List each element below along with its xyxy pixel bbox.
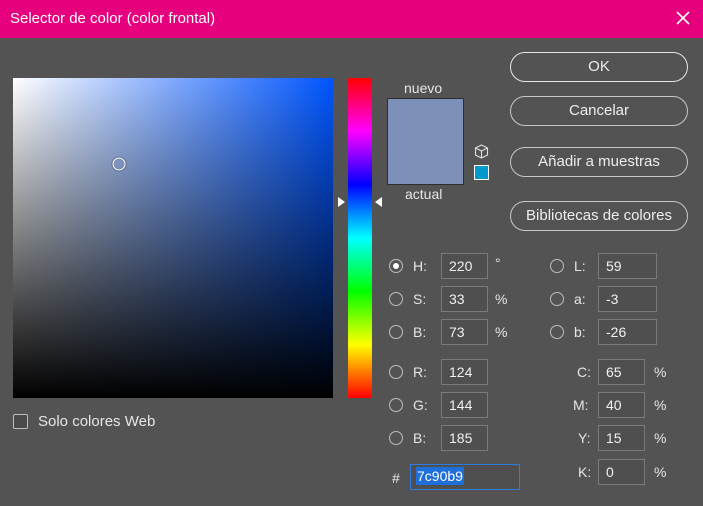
title-bar: Selector de color (color frontal) (0, 0, 703, 38)
web-colors-only-option[interactable]: Solo colores Web (13, 413, 155, 430)
hue-slider-left-handle[interactable] (338, 197, 345, 208)
color-field[interactable] (13, 78, 333, 398)
web-colors-only-label: Solo colores Web (38, 413, 156, 430)
cyan-unit: % (654, 364, 667, 380)
current-color-label: actual (405, 186, 443, 202)
a-channel-label: a: (574, 291, 586, 307)
ok-button[interactable]: OK (510, 52, 688, 82)
brightness-label: B: (413, 324, 427, 340)
new-color-label: nuevo (404, 80, 443, 96)
green-input[interactable]: 144 (441, 392, 488, 418)
add-to-swatches-button[interactable]: Añadir a muestras (510, 147, 688, 177)
red-label: R: (413, 364, 427, 380)
black-label: K: (578, 464, 592, 480)
a-channel-input[interactable]: -3 (598, 286, 657, 312)
close-icon[interactable] (673, 8, 693, 28)
green-label: G: (413, 397, 428, 413)
b-channel-label: b: (574, 324, 586, 340)
hex-value: 7c90b9 (416, 467, 464, 485)
black-input[interactable]: 0 (598, 459, 645, 485)
hex-input[interactable]: 7c90b9 (410, 464, 520, 490)
cyan-label: C: (577, 364, 591, 380)
magenta-label: M: (573, 397, 589, 413)
radio-a-channel[interactable] (550, 292, 564, 306)
saturation-input[interactable]: 33 (441, 286, 488, 312)
window-title: Selector de color (color frontal) (10, 10, 216, 27)
lightness-label: L: (574, 258, 586, 274)
cube-icon[interactable] (474, 144, 489, 159)
red-input[interactable]: 124 (441, 359, 488, 385)
radio-red[interactable] (389, 365, 403, 379)
yellow-unit: % (654, 430, 667, 446)
b-channel-input[interactable]: -26 (598, 319, 657, 345)
yellow-label: Y: (578, 430, 591, 446)
radio-lightness[interactable] (550, 259, 564, 273)
hue-unit: ° (495, 255, 501, 271)
color-libraries-button[interactable]: Bibliotecas de colores (510, 201, 688, 231)
saturation-unit: % (495, 291, 508, 307)
hue-input[interactable]: 220 (441, 253, 488, 279)
yellow-input[interactable]: 15 (598, 425, 645, 451)
radio-hue[interactable] (389, 259, 403, 273)
black-unit: % (654, 464, 667, 480)
radio-brightness[interactable] (389, 325, 403, 339)
hue-slider-right-handle[interactable] (375, 197, 382, 208)
brightness-unit: % (495, 324, 508, 340)
cancel-button[interactable]: Cancelar (510, 96, 688, 126)
color-field-cursor[interactable] (112, 157, 126, 171)
saturation-label: S: (413, 291, 427, 307)
web-colors-only-checkbox[interactable] (13, 414, 28, 429)
color-preview[interactable] (387, 98, 464, 185)
hex-label: # (392, 470, 400, 486)
radio-blue[interactable] (389, 431, 403, 445)
radio-green[interactable] (389, 398, 403, 412)
hue-label: H: (413, 258, 427, 274)
lightness-input[interactable]: 59 (598, 253, 657, 279)
blue-label: B: (413, 430, 427, 446)
websafe-color-swatch[interactable] (474, 165, 489, 180)
radio-saturation[interactable] (389, 292, 403, 306)
radio-b-channel[interactable] (550, 325, 564, 339)
brightness-input[interactable]: 73 (441, 319, 488, 345)
blue-input[interactable]: 185 (441, 425, 488, 451)
cyan-input[interactable]: 65 (598, 359, 645, 385)
magenta-input[interactable]: 40 (598, 392, 645, 418)
magenta-unit: % (654, 397, 667, 413)
hue-slider[interactable] (348, 78, 372, 398)
